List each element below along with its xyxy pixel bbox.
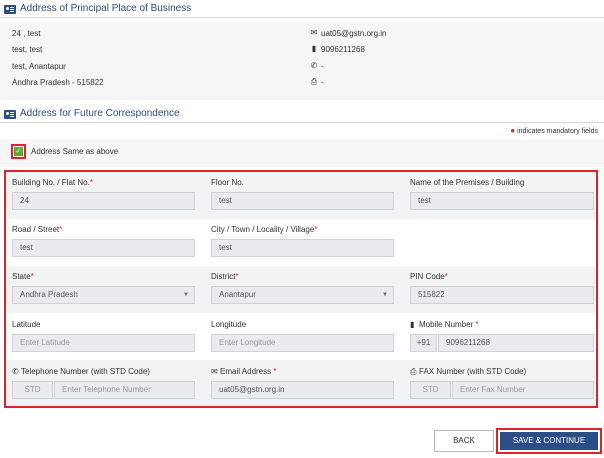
save-button-highlight: SAVE & CONTINUE <box>496 428 602 454</box>
mobile-phone-icon: ▮ <box>311 44 317 53</box>
fax-input[interactable]: Enter Fax Number <box>452 381 594 399</box>
telephone-icon: ✆ <box>12 367 19 376</box>
longitude-label: Longitude <box>211 320 247 329</box>
caret-down-icon: ▼ <box>183 292 189 298</box>
fax-icon: ⎙ <box>410 367 417 376</box>
id-card-icon <box>4 5 16 14</box>
state-select[interactable]: Andhra Pradesh ▼ <box>12 286 195 304</box>
address-line-4: Andhra Pradesh - 515822 <box>12 78 104 87</box>
road-label: Road / Street* <box>12 225 63 234</box>
district-label: District* <box>211 272 239 281</box>
city-input[interactable]: test <box>211 239 394 257</box>
telephone-icon: ✆ <box>310 61 318 70</box>
telephone-label: ✆ Telephone Number (with STD Code) <box>12 367 150 376</box>
envelope-icon: ✉ <box>310 28 318 37</box>
latitude-input[interactable]: Enter Latitude <box>12 334 195 352</box>
mandatory-note: ● indicates mandatory fields <box>510 126 598 135</box>
principal-section-title: Address of Principal Place of Business <box>20 3 192 14</box>
principal-section-header: Address of Principal Place of Business <box>0 2 604 18</box>
principal-address-panel: 24 , test test, test test, Anantapur And… <box>0 22 604 100</box>
back-button[interactable]: BACK <box>434 430 494 452</box>
same-address-label[interactable]: Address Same as above <box>31 147 118 156</box>
mobile-country-code: +91 <box>410 334 437 352</box>
same-address-row: ✓ Address Same as above <box>0 139 604 167</box>
road-input[interactable]: test <box>12 239 195 257</box>
principal-mobile: 9096211268 <box>321 45 365 54</box>
telephone-std-input[interactable]: STD <box>12 381 53 399</box>
save-continue-button[interactable]: SAVE & CONTINUE <box>500 432 598 450</box>
premises-label: Name of the Premises / Building <box>410 178 525 187</box>
telephone-input[interactable]: Enter Telephone Number <box>54 381 195 399</box>
building-label: Building No. / Flat No.* <box>12 178 93 187</box>
fax-label: ⎙ FAX Number (with STD Code) <box>410 367 527 376</box>
building-input[interactable]: 24 <box>12 192 195 210</box>
state-label: State* <box>12 272 34 281</box>
district-select[interactable]: Anantapur ▼ <box>211 286 394 304</box>
mandatory-note-text: indicates mandatory fields <box>517 128 598 135</box>
future-section-header: Address for Future Correspondence <box>0 107 604 123</box>
future-section-title: Address for Future Correspondence <box>20 108 180 119</box>
city-label: City / Town / Locality / Village* <box>211 225 318 234</box>
mobile-phone-icon: ▮ <box>410 320 415 329</box>
pin-input[interactable]: 515822 <box>410 286 594 304</box>
fax-std-input[interactable]: STD <box>410 381 451 399</box>
floor-label: Floor No. <box>211 178 244 187</box>
premises-input[interactable]: test <box>410 192 594 210</box>
latitude-label: Latitude <box>12 320 41 329</box>
mobile-label: ▮ Mobile Number * <box>410 320 479 329</box>
envelope-icon: ✉ <box>211 367 218 376</box>
floor-input[interactable]: test <box>211 192 394 210</box>
same-address-checkbox[interactable]: ✓ <box>11 144 26 159</box>
email-label: ✉ Email Address * <box>211 367 277 376</box>
fax-icon: ⎙ <box>310 77 318 86</box>
principal-email: uat05@gstn.org.in <box>321 29 387 38</box>
pin-label: PIN Code* <box>410 272 448 281</box>
district-value: Anantapur <box>219 290 256 299</box>
principal-fax: - <box>321 78 324 87</box>
check-icon: ✓ <box>14 147 23 156</box>
address-line-1: 24 , test <box>12 29 41 38</box>
caret-down-icon: ▼ <box>382 292 388 298</box>
id-card-icon <box>4 110 16 119</box>
address-line-3: test, Anantapur <box>12 62 66 71</box>
longitude-input[interactable]: Enter Longitude <box>211 334 394 352</box>
address-line-2: test, test <box>12 45 43 54</box>
state-value: Andhra Pradesh <box>20 290 78 299</box>
mobile-input[interactable]: 9096211268 <box>438 334 594 352</box>
correspondence-form: Building No. / Flat No.* 24 Floor No. te… <box>4 170 598 408</box>
email-input[interactable]: uat05@gstn.org.in <box>211 381 394 399</box>
principal-telephone: - <box>321 62 324 71</box>
